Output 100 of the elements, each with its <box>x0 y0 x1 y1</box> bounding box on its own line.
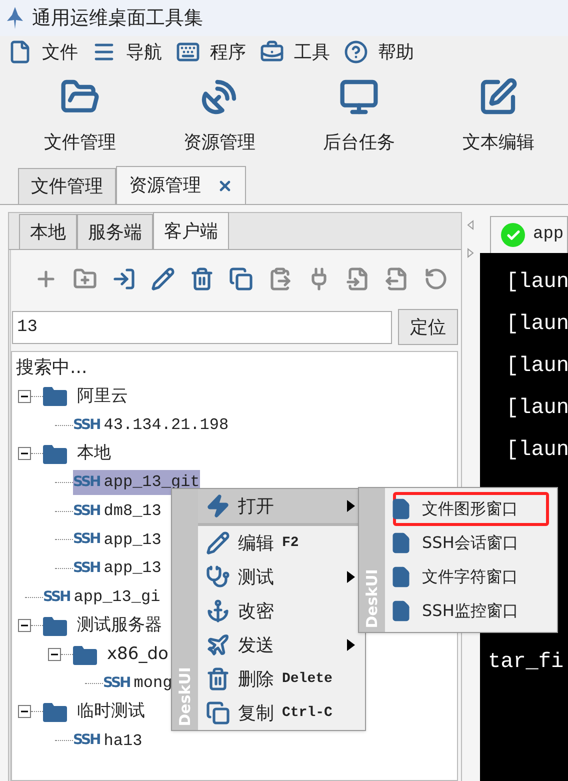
terminal-line: [laun <box>506 396 568 422</box>
tree-item[interactable]: 临时测试 <box>67 699 145 724</box>
collapse-toggle-icon[interactable] <box>18 619 31 632</box>
document-tab[interactable]: 文件管理 <box>18 168 116 204</box>
toolbox-icon <box>260 40 284 64</box>
resource-tab[interactable]: 服务端 <box>77 214 153 249</box>
plane-icon <box>206 633 230 657</box>
terminal-line: tar_fi <box>488 650 565 676</box>
folder-icon <box>43 386 67 406</box>
copy-icon <box>229 266 253 290</box>
file-import-icon <box>346 266 370 290</box>
ssh-tag: SSH <box>73 414 100 436</box>
help-icon <box>344 40 368 64</box>
menu-option[interactable]: 删除 Delete <box>198 662 365 696</box>
tree-label: 测试服务器 <box>77 614 162 638</box>
menu-item[interactable]: 程序 <box>176 38 246 66</box>
tool-button[interactable] <box>423 266 449 292</box>
tree-item[interactable]: SSH mong <box>103 670 172 696</box>
tool-button[interactable] <box>72 266 98 292</box>
trash-icon <box>206 667 230 691</box>
menu-item[interactable]: 文件 <box>8 38 78 66</box>
folder-icon <box>43 616 67 636</box>
window-title: 通用运维桌面工具集 <box>32 6 203 31</box>
copy-icon <box>206 701 230 725</box>
folder-plus-icon <box>73 266 97 290</box>
locate-button[interactable]: 定位 <box>398 309 458 345</box>
tree-label: ha13 <box>104 730 142 752</box>
file-icon <box>390 566 412 588</box>
folder-icon <box>73 644 97 665</box>
folder-icon <box>43 702 67 722</box>
tree-item[interactable]: 阿里云 <box>67 384 128 409</box>
resource-tab[interactable]: 客户端 <box>153 212 229 249</box>
terminal-line: [laun <box>506 270 568 296</box>
edit-icon <box>478 77 518 117</box>
toolbar-button[interactable]: 文本编辑 <box>428 68 568 165</box>
collapse-toggle-icon[interactable] <box>18 390 31 403</box>
tree-item[interactable]: SSH 43.134.21.198 <box>73 412 229 438</box>
collapse-toggle-icon[interactable] <box>18 447 31 460</box>
undo-icon <box>424 266 448 290</box>
menu-option[interactable]: SSH监控窗口 <box>393 594 549 628</box>
tree-item[interactable]: SSH app_13_git <box>73 470 200 495</box>
ssh-tag: SSH <box>73 558 100 579</box>
trash-icon <box>190 266 214 290</box>
tree-label: app_13_gi <box>74 587 160 608</box>
tree-item[interactable]: SSH ha13 <box>73 728 142 754</box>
collapse-toggle-icon[interactable] <box>18 705 31 718</box>
tree-item[interactable]: 测试服务器 <box>67 613 162 638</box>
tree-item[interactable]: SSH dm8_13 <box>73 498 162 524</box>
file-export-icon <box>385 266 409 290</box>
tool-button[interactable] <box>189 266 215 292</box>
tree-label: mong <box>134 673 172 694</box>
folder-icon <box>43 444 67 464</box>
menu-option[interactable]: 复制 Ctrl-C <box>198 696 365 730</box>
pencil-icon <box>206 531 230 555</box>
search-field[interactable]: 13 <box>12 310 392 344</box>
ssh-tag: SSH <box>73 529 100 550</box>
file-icon <box>8 40 32 64</box>
menu-brand: DeskUI <box>362 568 382 628</box>
toolbar-button[interactable]: 文件管理 <box>10 68 150 165</box>
document-tab[interactable]: 资源管理 <box>116 166 246 204</box>
resource-tab[interactable]: 本地 <box>19 214 77 249</box>
menu-option[interactable]: SSH会话窗口 <box>393 526 549 560</box>
tree-label: app_13_git <box>104 472 200 494</box>
connected-icon <box>501 223 525 247</box>
tree-item[interactable]: SSH app_13 <box>73 527 162 552</box>
tree-label: 43.134.21.198 <box>104 415 229 436</box>
tool-button[interactable] <box>228 266 254 292</box>
tree-item[interactable]: 本地 <box>67 441 111 466</box>
tree-item[interactable]: SSH app_13 <box>73 556 162 581</box>
tool-button[interactable] <box>150 266 176 292</box>
terminal-tab-label: app <box>533 224 564 246</box>
paste-icon <box>268 266 292 290</box>
menu-option[interactable]: 发送 <box>198 628 365 662</box>
menu-option[interactable]: 文件字符窗口 <box>393 560 549 594</box>
menu-item[interactable]: 导航 <box>92 38 162 66</box>
submenu-arrow-icon <box>347 571 355 583</box>
collapse-toggle-icon[interactable] <box>48 648 61 662</box>
search-status: 搜索中... <box>15 356 88 380</box>
menu-option[interactable]: 文件图形窗口 <box>393 492 549 526</box>
anchor-icon <box>206 599 230 623</box>
monitor-icon <box>338 77 379 117</box>
menu-item[interactable]: 工具 <box>260 38 330 66</box>
tree-label: dm8_13 <box>104 501 162 522</box>
scroll-left-icon[interactable] <box>466 220 474 230</box>
tree-label: app_13 <box>104 530 162 551</box>
menu-item[interactable]: 帮助 <box>344 38 414 66</box>
terminal-tab[interactable]: app <box>490 216 568 253</box>
terminal-line: [laun <box>506 438 568 464</box>
toolbar-button[interactable]: 资源管理 <box>150 68 289 165</box>
scroll-right-icon[interactable] <box>466 248 474 258</box>
bolt-icon <box>206 494 230 518</box>
toolbar-button[interactable]: 后台任务 <box>289 68 428 165</box>
tree-item[interactable]: SSH app_13_gi <box>43 584 160 610</box>
tree-label: app_13 <box>104 558 162 580</box>
tool-button[interactable] <box>111 266 137 292</box>
tree-label: 本地 <box>77 442 111 465</box>
ssh-tag: SSH <box>73 730 100 752</box>
stethoscope-icon <box>206 565 230 589</box>
ssh-tag: SSH <box>103 672 130 694</box>
tree-item[interactable]: x86_do <box>97 642 168 668</box>
